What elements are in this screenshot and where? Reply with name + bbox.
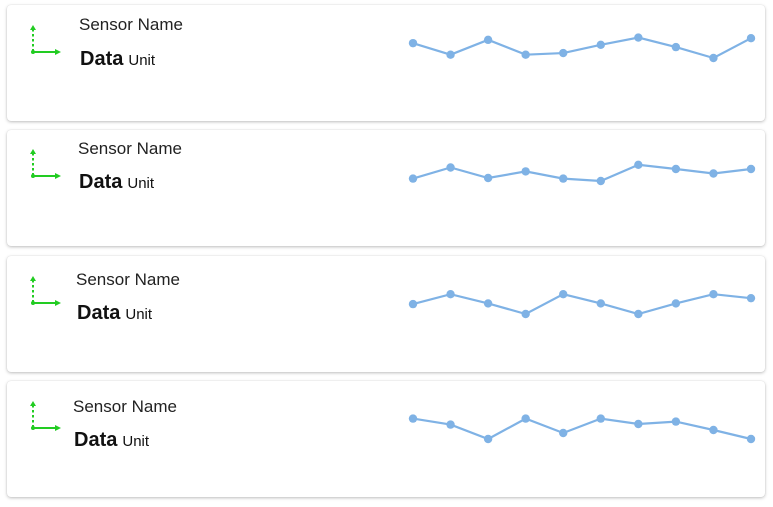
sparkline-point (483, 434, 493, 444)
sparkline-chart (408, 414, 756, 444)
sparkline-point (671, 299, 681, 308)
sparkline-point (709, 290, 718, 299)
sparkline-point (596, 414, 605, 423)
sparkline-point (746, 34, 756, 43)
sparkline-point (446, 420, 455, 429)
sparkline-point (671, 42, 681, 52)
sparkline-point (521, 167, 530, 176)
sparkline-point (521, 309, 530, 319)
sparkline-chart (408, 33, 756, 63)
sparkline-point (596, 40, 605, 49)
sparkline-point (709, 53, 718, 63)
sparkline-point (521, 50, 530, 59)
sparkline-point (746, 293, 756, 303)
sparkline-point (559, 428, 568, 438)
sparkline-series (412, 417, 752, 441)
sparkline-point (483, 299, 493, 308)
sparkline-series (412, 36, 752, 60)
sparkline-point (559, 290, 568, 299)
sensor-card[interactable]: Sensor Name Data Unit (7, 130, 765, 246)
sensor-card[interactable]: Sensor Name Data Unit (7, 5, 765, 121)
sparkline-point (596, 176, 605, 186)
sparkline-point (709, 425, 718, 435)
sparkline-point (746, 164, 756, 174)
sparkline-point (671, 164, 681, 174)
sparkline-point (408, 414, 418, 423)
sparkline-point (483, 35, 493, 45)
sparkline-point (483, 173, 493, 183)
sparkline-series (412, 293, 752, 316)
sparkline-series (412, 163, 752, 183)
sparkline-point (596, 299, 605, 308)
sparkline-chart (408, 160, 756, 186)
sensor-card[interactable]: Sensor Name Data Unit (7, 256, 765, 372)
sparkline-point (634, 419, 643, 429)
sparkline-point (671, 417, 681, 426)
sparkline-point (746, 434, 756, 444)
sparkline-point (408, 299, 418, 309)
sparkline-point (521, 414, 530, 423)
sparkline-point (446, 50, 455, 59)
sparkline-point (709, 169, 718, 178)
sensor-card[interactable]: Sensor Name Data Unit (7, 381, 765, 497)
sparkline-point (634, 33, 643, 42)
sparkline-point (559, 174, 568, 183)
sparkline-point (559, 48, 568, 58)
sparkline-point (408, 174, 418, 183)
sparkline-point (634, 160, 643, 169)
sparkline-chart (408, 290, 756, 319)
sparkline-point (408, 38, 418, 48)
sparkline-point (446, 163, 455, 172)
sparkline-point (446, 290, 455, 299)
sparkline-point (634, 309, 643, 319)
